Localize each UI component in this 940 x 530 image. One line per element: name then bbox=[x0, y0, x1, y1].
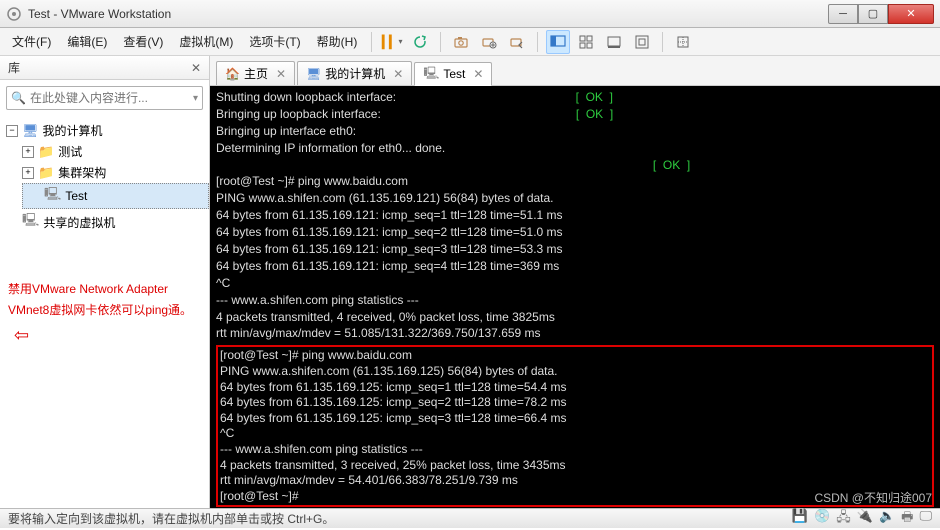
sidebar-title: 库 bbox=[8, 59, 20, 76]
app-icon bbox=[6, 6, 22, 22]
snapshot-manager-button[interactable] bbox=[477, 30, 501, 54]
monitor-icon: 🖥 bbox=[22, 123, 39, 139]
highlighted-terminal-section: [root@Test ~]# ping www.baidu.com PING w… bbox=[216, 345, 934, 507]
arrow-icon: ⇦ bbox=[14, 325, 29, 345]
maximize-button[interactable]: ▢ bbox=[858, 4, 888, 24]
tab-my-computer[interactable]: 🖥 我的计算机 ✕ bbox=[297, 61, 412, 85]
printer-icon[interactable]: 🖶 bbox=[901, 508, 913, 530]
close-button[interactable]: ✕ bbox=[888, 4, 934, 24]
folder-icon: 📁 bbox=[38, 165, 54, 181]
network-icon[interactable]: 🖧 bbox=[836, 508, 851, 530]
usb-icon[interactable]: 🔌 bbox=[857, 508, 873, 530]
status-text: 要将输入定向到该虚拟机，请在虚拟机内部单击或按 Ctrl+G。 bbox=[8, 510, 334, 527]
tab-label: 主页 bbox=[244, 65, 268, 82]
pause-button[interactable]: ▎▎▾ bbox=[380, 30, 404, 54]
sidebar: 库 ✕ 🔍 ▾ − 🖥 我的计算机 + 📁 测试 + 📁 集群架构 bbox=[0, 56, 210, 508]
cd-icon[interactable]: 💿 bbox=[814, 508, 830, 530]
menu-tabs[interactable]: 选项卡(T) bbox=[243, 29, 306, 54]
watermark: CSDN @不知归途007 bbox=[814, 489, 932, 506]
minimize-button[interactable]: ─ bbox=[828, 4, 858, 24]
tab-close-icon[interactable]: ✕ bbox=[393, 67, 403, 81]
tab-bar: 🏠 主页 ✕ 🖥 我的计算机 ✕ 🖳 Test ✕ bbox=[210, 56, 940, 86]
vm-icon: 🖳 bbox=[423, 64, 439, 85]
sidebar-header: 库 ✕ bbox=[0, 56, 209, 80]
tree-label: 测试 bbox=[58, 143, 82, 160]
window-title: Test - VMware Workstation bbox=[28, 7, 828, 21]
tree-label: 集群架构 bbox=[58, 164, 106, 181]
device-status-icons: 💾 💿 🖧 🔌 🔈 🖶 🖵 bbox=[792, 508, 932, 530]
expand-icon[interactable]: + bbox=[22, 167, 34, 179]
tree-label: 共享的虚拟机 bbox=[43, 214, 115, 231]
power-reset-button[interactable] bbox=[408, 30, 432, 54]
vm-icon: 🖳 bbox=[44, 185, 61, 207]
tree-node-test-vm[interactable]: 🖳 Test bbox=[22, 183, 209, 209]
tree-node-cluster-folder[interactable]: + 📁 集群架构 bbox=[0, 162, 209, 183]
search-icon: 🔍 bbox=[11, 91, 26, 105]
tab-close-icon[interactable]: ✕ bbox=[473, 67, 483, 81]
expand-icon[interactable]: + bbox=[22, 146, 34, 158]
collapse-icon[interactable]: − bbox=[6, 125, 18, 137]
disk-icon[interactable]: 💾 bbox=[792, 508, 808, 530]
tab-label: 我的计算机 bbox=[325, 65, 385, 82]
tree-node-test-folder[interactable]: + 📁 测试 bbox=[0, 141, 209, 162]
view-thumbnails-button[interactable] bbox=[574, 30, 598, 54]
fullscreen-button[interactable] bbox=[630, 30, 654, 54]
stretch-button[interactable] bbox=[671, 30, 695, 54]
shared-vm-icon: 🖳 bbox=[22, 211, 39, 233]
monitor-icon: 🖥 bbox=[306, 67, 321, 81]
tab-label: Test bbox=[443, 67, 465, 81]
menu-vm[interactable]: 虚拟机(M) bbox=[173, 29, 239, 54]
tab-close-icon[interactable]: ✕ bbox=[276, 67, 286, 81]
menu-file[interactable]: 文件(F) bbox=[6, 29, 57, 54]
sound-icon[interactable]: 🔈 bbox=[879, 508, 895, 530]
tree-label: 我的计算机 bbox=[43, 122, 103, 139]
terminal-output[interactable]: Shutting down loopback interface: [ OK ]… bbox=[210, 86, 940, 508]
menu-edit[interactable]: 编辑(E) bbox=[61, 29, 113, 54]
view-console-button[interactable] bbox=[546, 30, 570, 54]
search-dropdown-icon[interactable]: ▾ bbox=[193, 93, 198, 104]
title-bar: Test - VMware Workstation ─ ▢ ✕ bbox=[0, 0, 940, 28]
display-icon[interactable]: 🖵 bbox=[919, 508, 932, 530]
tree-root-my-computer[interactable]: − 🖥 我的计算机 bbox=[0, 120, 209, 141]
tree-label: Test bbox=[65, 189, 87, 203]
view-unity-button[interactable] bbox=[602, 30, 626, 54]
search-input[interactable] bbox=[30, 91, 193, 105]
library-tree: − 🖥 我的计算机 + 📁 测试 + 📁 集群架构 🖳 Test � bbox=[0, 116, 209, 239]
tree-node-shared-vms[interactable]: 🖳 共享的虚拟机 bbox=[0, 209, 209, 235]
menu-bar: 文件(F) 编辑(E) 查看(V) 虚拟机(M) 选项卡(T) 帮助(H) ▎▎… bbox=[0, 28, 940, 56]
snapshot-revert-button[interactable] bbox=[505, 30, 529, 54]
tab-home[interactable]: 🏠 主页 ✕ bbox=[216, 61, 295, 85]
snapshot-button[interactable] bbox=[449, 30, 473, 54]
content-area: 🏠 主页 ✕ 🖥 我的计算机 ✕ 🖳 Test ✕ Shutting down … bbox=[210, 56, 940, 508]
folder-icon: 📁 bbox=[38, 144, 54, 160]
tab-test[interactable]: 🖳 Test ✕ bbox=[414, 62, 492, 86]
annotation-text: 禁用VMware Network Adapter VMnet8虚拟网卡依然可以p… bbox=[8, 279, 201, 349]
status-bar: 要将输入定向到该虚拟机，请在虚拟机内部单击或按 Ctrl+G。 💾 💿 🖧 🔌 … bbox=[0, 508, 940, 528]
menu-help[interactable]: 帮助(H) bbox=[311, 29, 364, 54]
search-box[interactable]: 🔍 ▾ bbox=[6, 86, 203, 110]
home-icon: 🏠 bbox=[225, 67, 240, 81]
menu-view[interactable]: 查看(V) bbox=[117, 29, 169, 54]
sidebar-close-icon[interactable]: ✕ bbox=[191, 61, 201, 75]
